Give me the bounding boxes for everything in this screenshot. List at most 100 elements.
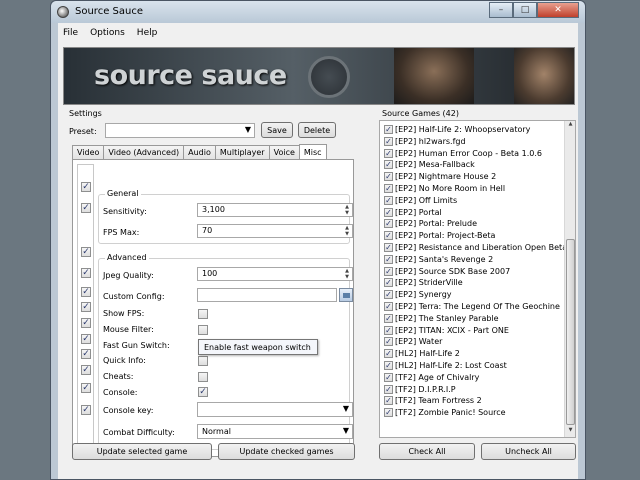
scroll-up-icon[interactable]: ▲ [565,121,575,131]
menu-file[interactable]: File [63,28,78,38]
game-checkbox[interactable]: ✓ [384,278,393,288]
console-checkbox[interactable]: ✓ [198,387,208,397]
browse-folder-icon[interactable] [339,288,353,302]
enable-custom-config-checkbox[interactable]: ✓ [81,268,91,278]
game-checkbox[interactable]: ✓ [384,195,393,205]
menu-help[interactable]: Help [137,28,158,38]
game-checkbox[interactable]: ✓ [384,125,393,134]
save-button[interactable]: Save [261,122,293,138]
game-checkbox[interactable]: ✓ [384,231,393,241]
game-checkbox[interactable]: ✓ [384,361,393,370]
list-item[interactable]: ✓ [TF2] Age of Chivalry [384,372,479,383]
enable-cheats-checkbox[interactable]: ✓ [81,349,91,359]
combat-difficulty-combo[interactable]: Normal ▼ [197,424,353,439]
preset-combo[interactable]: ▼ [105,123,255,138]
list-item[interactable]: ✓ [EP2] Mesa-Fallback [384,159,475,170]
game-checkbox[interactable]: ✓ [384,243,393,252]
list-item[interactable]: ✓ [EP2] Human Error Coop - Beta 1.0.6 [384,148,542,159]
game-checkbox[interactable]: ✓ [384,372,393,382]
tab-misc[interactable]: Misc [298,144,327,159]
game-checkbox[interactable]: ✓ [384,219,393,229]
list-item[interactable]: ✓ [EP2] StriderVille [384,277,463,288]
enable-fps-checkbox[interactable]: ✓ [81,203,91,213]
update-selected-game-button[interactable]: Update selected game [72,443,212,460]
list-item[interactable]: ✓ [EP2] Santa's Revenge 2 [384,254,493,265]
check-all-button[interactable]: Check All [379,443,475,460]
tab-video-advanced[interactable]: Video (Advanced) [103,145,185,159]
enable-jpeg-checkbox[interactable]: ✓ [81,247,91,257]
enable-mouse-filter-checkbox[interactable]: ✓ [81,302,91,312]
game-checkbox[interactable]: ✓ [384,384,393,394]
tab-audio[interactable]: Audio [183,145,216,159]
maximize-button[interactable]: □ [513,2,537,18]
list-item[interactable]: ✓ [EP2] Water [384,336,442,347]
list-item[interactable]: ✓ [EP2] hl2wars.fgd [384,136,466,147]
close-button[interactable]: ✕ [537,2,579,18]
list-item[interactable]: ✓ [HL2] Half-Life 2 [384,348,460,359]
game-checkbox[interactable]: ✓ [384,160,393,170]
enable-quick-info-checkbox[interactable]: ✓ [81,334,91,344]
show-fps-checkbox[interactable] [198,309,208,319]
enable-console-key-checkbox[interactable]: ✓ [81,383,91,393]
quick-info-checkbox[interactable] [198,356,208,366]
cheats-checkbox[interactable] [198,372,208,382]
game-checkbox[interactable]: ✓ [384,207,393,217]
list-item[interactable]: ✓ [EP2] Half-Life 2: Whoopservatory [384,124,530,135]
game-checkbox[interactable]: ✓ [384,313,393,323]
fps-max-spinner[interactable]: 70 ▲ ▼ [197,224,353,238]
list-item[interactable]: ✓ [EP2] Synergy [384,289,452,300]
game-checkbox[interactable]: ✓ [384,349,393,359]
menu-options[interactable]: Options [90,28,125,38]
game-checkbox[interactable]: ✓ [384,408,393,418]
game-checkbox[interactable]: ✓ [384,396,393,406]
sensitivity-spinner[interactable]: 3,100 ▲ ▼ [197,203,353,217]
list-item[interactable]: ✓ [EP2] Terra: The Legend Of The Geochine [384,301,560,312]
enable-show-fps-checkbox[interactable]: ✓ [81,287,91,297]
tab-voice[interactable]: Voice [268,145,300,159]
minimize-button[interactable]: – [489,2,513,18]
spin-down-icon[interactable]: ▼ [343,231,351,237]
list-item[interactable]: ✓ [EP2] The Stanley Parable [384,313,499,324]
scroll-thumb[interactable] [566,239,575,425]
enable-sensitivity-checkbox[interactable]: ✓ [81,182,91,192]
spin-down-icon[interactable]: ▼ [343,210,351,216]
game-checkbox[interactable]: ✓ [384,136,393,146]
list-item[interactable]: ✓ [EP2] Portal: Project-Beta [384,230,495,241]
list-item[interactable]: ✓ [EP2] Source SDK Base 2007 [384,266,510,277]
enable-difficulty-checkbox[interactable]: ✓ [81,405,91,415]
scroll-down-icon[interactable]: ▼ [565,427,575,437]
spin-down-icon[interactable]: ▼ [343,274,351,280]
list-item[interactable]: ✓ [EP2] Nightmare House 2 [384,171,496,182]
tab-multiplayer[interactable]: Multiplayer [214,145,270,159]
game-checkbox[interactable]: ✓ [384,302,393,311]
game-checkbox[interactable]: ✓ [384,290,393,300]
game-checkbox[interactable]: ✓ [384,254,393,264]
custom-config-field[interactable] [197,288,337,302]
list-item[interactable]: ✓ [TF2] Team Fortress 2 [384,395,482,406]
uncheck-all-button[interactable]: Uncheck All [481,443,576,460]
game-checkbox[interactable]: ✓ [384,148,393,158]
list-item[interactable]: ✓ [TF2] Zombie Panic! Source [384,407,506,418]
game-checkbox[interactable]: ✓ [384,266,393,276]
game-checkbox[interactable]: ✓ [384,337,393,347]
game-checkbox[interactable]: ✓ [384,325,393,335]
game-checkbox[interactable]: ✓ [384,172,393,182]
list-item[interactable]: ✓ [EP2] Off Limits [384,195,457,206]
console-key-combo[interactable]: ▼ [197,402,353,417]
source-games-list[interactable]: ✓ [EP2] Half-Life 2: Whoopservatory ✓ [EP2]… [379,120,576,438]
list-item[interactable]: ✓ [EP2] Portal [384,207,442,218]
delete-button[interactable]: Delete [298,122,336,138]
game-checkbox[interactable]: ✓ [384,184,393,193]
update-checked-games-button[interactable]: Update checked games [218,443,355,460]
list-item[interactable]: ✓ [HL2] Half-Life 2: Lost Coast [384,360,507,371]
tab-video[interactable]: Video [72,145,105,159]
enable-fast-gun-checkbox[interactable]: ✓ [81,318,91,328]
list-item[interactable]: ✓ [EP2] TITAN: XCIX - Part ONE [384,325,509,336]
list-item[interactable]: ✓ [EP2] Resistance and Liberation Open Be… [384,242,575,253]
list-item[interactable]: ✓ [EP2] Portal: Prelude [384,218,477,229]
list-item[interactable]: ✓ [TF2] D.I.P.R.I.P [384,384,456,395]
title-bar[interactable]: Source Sauce – □ ✕ [51,1,585,23]
list-item[interactable]: ✓ [EP2] No More Room in Hell [384,183,505,194]
jpeg-quality-spinner[interactable]: 100 ▲ ▼ [197,267,353,281]
mouse-filter-checkbox[interactable] [198,325,208,335]
